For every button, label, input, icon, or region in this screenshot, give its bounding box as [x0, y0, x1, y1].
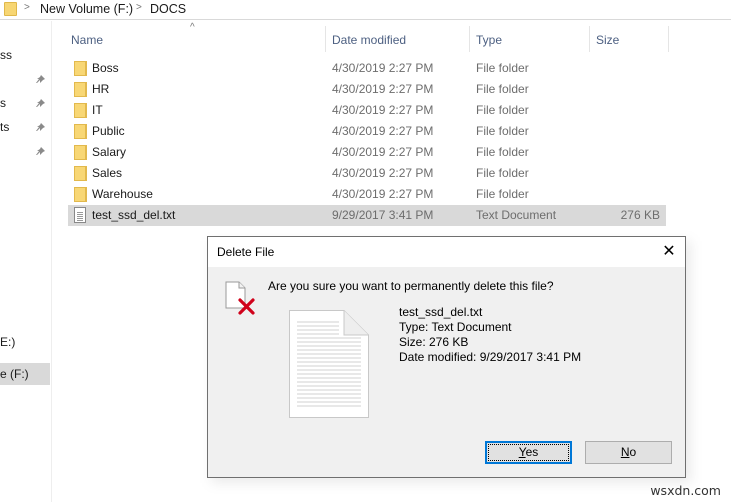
column-divider[interactable] [325, 26, 326, 52]
folder-icon [74, 166, 87, 181]
file-date: 4/30/2019 2:27 PM [332, 82, 434, 96]
navigation-pane: ss s ts E:) e (F:) [0, 21, 52, 502]
breadcrumb-new-volume[interactable]: New Volume (F:) [40, 2, 133, 16]
file-row[interactable]: Salary 4/30/2019 2:27 PM File folder [68, 142, 666, 163]
file-date: 9/29/2017 3:41 PM [332, 208, 434, 222]
no-label: o [629, 445, 637, 459]
file-name: HR [92, 82, 110, 96]
file-row[interactable]: Public 4/30/2019 2:27 PM File folder [68, 121, 666, 142]
text-file-icon [74, 207, 86, 223]
file-row[interactable]: IT 4/30/2019 2:27 PM File folder [68, 100, 666, 121]
file-date: 4/30/2019 2:27 PM [332, 145, 434, 159]
column-header-type[interactable]: Type [476, 28, 502, 52]
nav-item-quick-access[interactable]: ss [0, 44, 50, 66]
file-row-selected[interactable]: test_ssd_del.txt 9/29/2017 3:41 PM Text … [68, 205, 666, 226]
column-divider[interactable] [469, 26, 470, 52]
file-row[interactable]: Boss 4/30/2019 2:27 PM File folder [68, 58, 666, 79]
no-button[interactable]: No [585, 441, 672, 464]
dialog-titlebar[interactable]: Delete File ✕ [208, 237, 685, 267]
file-name: Salary [92, 145, 127, 159]
file-details: test_ssd_del.txt Type: Text Document Siz… [399, 305, 581, 365]
file-name: Public [92, 124, 125, 138]
breadcrumb-separator-icon: > [24, 2, 30, 13]
folder-icon [74, 103, 87, 118]
pin-icon [36, 99, 45, 107]
column-divider[interactable] [589, 26, 590, 52]
column-header-name[interactable]: Name [71, 28, 103, 52]
dialog-title: Delete File [217, 245, 275, 259]
nav-item-drive-f[interactable]: e (F:) [0, 363, 50, 385]
column-header-size[interactable]: Size [596, 28, 619, 52]
folder-icon [74, 145, 87, 160]
file-row[interactable]: Warehouse 4/30/2019 2:27 PM File folder [68, 184, 666, 205]
nav-item-drive-e[interactable]: E:) [0, 331, 50, 353]
file-details-size: Size: 276 KB [399, 335, 469, 349]
column-header-date-modified[interactable]: Date modified [332, 28, 406, 52]
folder-icon [74, 61, 87, 76]
delete-file-warning-icon [225, 281, 255, 315]
file-date: 4/30/2019 2:27 PM [332, 61, 434, 75]
file-name: test_ssd_del.txt [92, 208, 176, 222]
file-details-date: Date modified: 9/29/2017 3:41 PM [399, 350, 582, 364]
file-name: Warehouse [92, 187, 153, 201]
pin-icon [36, 75, 45, 83]
file-name: Sales [92, 166, 123, 180]
breadcrumb-separator-icon: > [136, 2, 142, 13]
file-type: File folder [476, 187, 529, 201]
folder-icon [74, 187, 87, 202]
delete-file-dialog: Delete File ✕ Are you sure you want to p… [207, 236, 686, 478]
folder-icon [74, 82, 87, 97]
file-date: 4/30/2019 2:27 PM [332, 124, 434, 138]
nav-item-pinned-4[interactable] [0, 140, 50, 162]
pin-icon [36, 147, 45, 155]
folder-icon [4, 2, 17, 16]
file-size: 276 KB [620, 208, 660, 222]
dialog-question: Are you sure you want to permanently del… [268, 279, 554, 293]
file-details-name: test_ssd_del.txt [399, 305, 483, 319]
nav-item-pinned-1[interactable] [0, 68, 50, 90]
file-type: File folder [476, 166, 529, 180]
file-date: 4/30/2019 2:27 PM [332, 166, 434, 180]
nav-item-pinned-2[interactable]: s [0, 92, 50, 114]
text-document-icon [289, 310, 369, 418]
file-date: 4/30/2019 2:27 PM [332, 187, 434, 201]
yes-mnemonic: Y [518, 445, 526, 459]
file-type: File folder [476, 61, 529, 75]
file-type: File folder [476, 124, 529, 138]
yes-button[interactable]: Yes [485, 441, 572, 464]
watermark: wsxdn.com [650, 483, 721, 498]
file-date: 4/30/2019 2:27 PM [332, 103, 434, 117]
file-row[interactable]: Sales 4/30/2019 2:27 PM File folder [68, 163, 666, 184]
file-type: File folder [476, 82, 529, 96]
address-bar[interactable]: > New Volume (F:) > DOCS [0, 0, 731, 20]
column-divider[interactable] [668, 26, 669, 52]
close-icon[interactable]: ✕ [653, 237, 685, 267]
file-details-type: Type: Text Document [399, 320, 512, 334]
breadcrumb-docs[interactable]: DOCS [150, 2, 186, 16]
file-type: File folder [476, 103, 529, 117]
yes-label: es [525, 445, 539, 459]
pin-icon [36, 123, 45, 131]
file-name: IT [92, 103, 103, 117]
file-type: File folder [476, 145, 529, 159]
file-type: Text Document [476, 208, 557, 222]
folder-icon [74, 124, 87, 139]
file-name: Boss [92, 61, 119, 75]
nav-item-pinned-3[interactable]: ts [0, 116, 50, 138]
file-row[interactable]: HR 4/30/2019 2:27 PM File folder [68, 79, 666, 100]
sort-ascending-icon: ^ [190, 22, 195, 33]
